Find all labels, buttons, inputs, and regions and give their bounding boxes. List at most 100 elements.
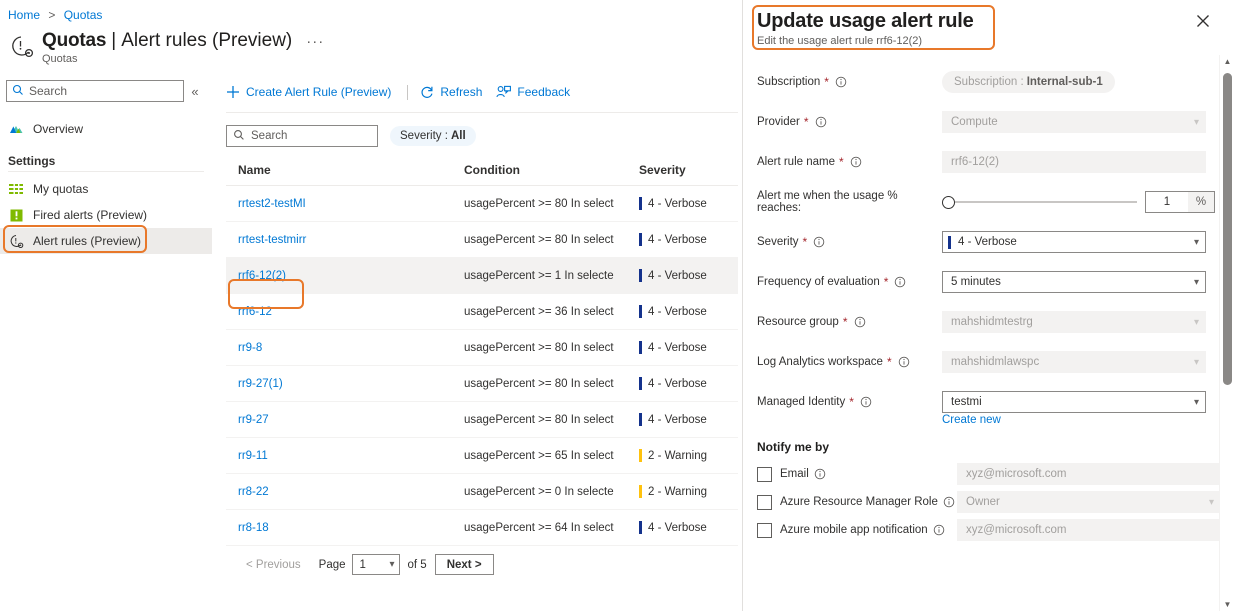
total-pages-label: of 5 [407, 558, 427, 571]
info-icon[interactable] [813, 236, 825, 248]
table-row[interactable]: rrf6-12 usagePercent >= 36 In select 4 - V… [226, 293, 738, 330]
cell-name: rr9-27 [226, 401, 452, 438]
slider-thumb[interactable] [942, 195, 955, 209]
cell-name: rr8-18 [226, 509, 452, 546]
usage-threshold-stepper[interactable]: 1 % [1145, 191, 1215, 213]
scrollbar-thumb[interactable] [1223, 73, 1232, 385]
field-alert-rule-name: Alert rule name * rrf6-12(2) [743, 142, 1221, 182]
field-severity: Severity * 4 - Verbose ▾ [743, 222, 1221, 262]
sidebar-search-input[interactable]: Search [6, 80, 184, 102]
alert-rule-link[interactable]: rr9-11 [238, 450, 268, 462]
column-header-name[interactable]: Name [226, 163, 452, 186]
alert-rule-link[interactable]: rr9-27 [238, 414, 269, 426]
alert-rule-link[interactable]: rr8-22 [238, 486, 269, 498]
alert-rule-link[interactable]: rr9-27(1) [238, 378, 283, 390]
cell-condition: usagePercent >= 36 In select [452, 293, 627, 330]
info-icon[interactable] [898, 356, 910, 368]
create-new-managed-identity-link[interactable]: Create new [942, 414, 1221, 426]
table-row[interactable]: rr9-8 usagePercent >= 80 In select 4 - Ver… [226, 329, 738, 366]
alert-rule-link[interactable]: rrf6-12(2) [238, 270, 286, 282]
info-icon[interactable] [814, 468, 826, 480]
notify-label: Email [780, 468, 957, 480]
info-icon[interactable] [854, 316, 866, 328]
frequency-select[interactable]: 5 minutes ▾ [942, 271, 1206, 293]
cell-severity: 4 - Verbose [627, 329, 738, 366]
command-bar: Create Alert Rule (Preview) Refresh Feed… [226, 78, 738, 106]
label-text: Alert rule name [757, 156, 835, 168]
checkbox[interactable] [757, 494, 772, 510]
double-chevron-left-icon[interactable]: « [184, 84, 206, 99]
table-body: rrtest2-testMI usagePercent >= 80 In sele… [226, 185, 738, 546]
checkbox[interactable] [757, 522, 772, 538]
sidebar-item-overview[interactable]: Overview [0, 116, 212, 142]
panel-subtitle: Edit the usage alert rule rrf6-12(2) [757, 35, 923, 47]
refresh-button[interactable]: Refresh [420, 85, 482, 99]
severity-filter-value: All [450, 130, 466, 142]
info-icon[interactable] [943, 496, 955, 508]
alert-rule-link[interactable]: rrtest-testmirr [238, 234, 306, 246]
info-icon[interactable] [933, 524, 945, 536]
checkbox[interactable] [757, 466, 772, 482]
table-row[interactable]: rrf6-12(2) usagePercent >= 1 In selecte 4 … [226, 257, 738, 294]
severity-select[interactable]: 4 - Verbose ▾ [942, 231, 1206, 253]
plus-icon [226, 85, 240, 99]
update-usage-alert-rule-panel: Update usage alert rule Edit the usage a… [742, 0, 1235, 611]
alert-rule-link[interactable]: rrtest2-testMI [238, 198, 306, 210]
sidebar-item-my-quotas[interactable]: My quotas [0, 176, 212, 202]
column-header-severity[interactable]: Severity [627, 163, 738, 186]
cell-severity: 4 - Verbose [627, 185, 738, 222]
table-row[interactable]: rrtest2-testMI usagePercent >= 80 In sele… [226, 185, 738, 222]
table-row[interactable]: rrtest-testmirr usagePercent >= 80 In sel… [226, 221, 738, 258]
scroll-down-icon[interactable]: ▼ [1220, 598, 1235, 611]
alert-rule-link[interactable]: rr8-18 [238, 522, 269, 534]
scroll-up-icon[interactable]: ▲ [1220, 55, 1235, 68]
page-number-select[interactable]: 1 ▾ [351, 554, 400, 575]
main-content: Create Alert Rule (Preview) Refresh Feed… [226, 78, 738, 575]
info-icon[interactable] [860, 396, 872, 408]
subscription-chip-value: Internal-sub-1 [1026, 76, 1103, 88]
breadcrumb-quotas[interactable]: Quotas [64, 8, 103, 22]
notify-value-input: xyz@microsoft.com [957, 519, 1221, 541]
sidebar-item-alert-rules[interactable]: Alert rules (Preview) [0, 228, 212, 254]
sidebar-item-fired-alerts[interactable]: Fired alerts (Preview) [0, 202, 212, 228]
field-control-provider: Compute ▾ [942, 111, 1221, 133]
usage-threshold-value: 1 [1146, 192, 1188, 212]
alert-rule-link[interactable]: rrf6-12 [238, 306, 272, 318]
info-icon[interactable] [894, 276, 906, 288]
previous-page-button[interactable]: < Previous [238, 556, 309, 574]
feedback-button[interactable]: Feedback [496, 85, 570, 99]
column-header-condition[interactable]: Condition [452, 163, 627, 186]
subscription-chip[interactable]: Subscription : Internal-sub-1 [942, 71, 1115, 93]
table-row[interactable]: rr8-22 usagePercent >= 0 In selecte 2 - Wa… [226, 473, 738, 510]
panel-header: Update usage alert rule Edit the usage a… [743, 0, 1235, 47]
sidebar-item-label-overview: Overview [33, 122, 84, 136]
more-options-button[interactable]: ··· [306, 33, 324, 50]
table-row[interactable]: rr8-18 usagePercent >= 64 In select 4 - Ve… [226, 509, 738, 546]
notify-control: xyz@microsoft.com [957, 519, 1221, 541]
command-separator [407, 84, 409, 100]
label-text: Log Analytics workspace [757, 356, 883, 368]
cell-severity: 4 - Verbose [627, 257, 738, 294]
info-icon[interactable] [815, 116, 827, 128]
alert-rule-link[interactable]: rr9-8 [238, 342, 262, 354]
table-row[interactable]: rr9-27(1) usagePercent >= 80 In select 4 -… [226, 365, 738, 402]
field-control-frequency: 5 minutes ▾ [942, 271, 1221, 293]
table-row[interactable]: rr9-27 usagePercent >= 80 In select 4 - Ve… [226, 401, 738, 438]
usage-threshold-slider[interactable] [942, 194, 1137, 210]
create-alert-rule-button[interactable]: Create Alert Rule (Preview) [226, 85, 391, 99]
notify-control: Owner ▾ [957, 491, 1221, 513]
next-page-button[interactable]: Next > [434, 554, 494, 575]
page-resource-type: Quotas [42, 53, 78, 65]
severity-filter-pill[interactable]: Severity : All [390, 126, 476, 146]
info-icon[interactable] [850, 156, 862, 168]
panel-scrollbar[interactable]: ▲ ▼ [1219, 55, 1235, 611]
cell-name: rrtest2-testMI [226, 185, 452, 222]
breadcrumb-home[interactable]: Home [8, 8, 40, 22]
info-icon[interactable] [835, 76, 847, 88]
close-icon[interactable] [1195, 13, 1213, 31]
table-search-input[interactable]: Search [226, 125, 378, 147]
table-row[interactable]: rr9-11 usagePercent >= 65 In select 2 - Wa… [226, 437, 738, 474]
notify-row: Azure Resource Manager Role Owner ▾ [743, 488, 1221, 516]
managed-identity-select[interactable]: testmi ▾ [942, 391, 1206, 413]
sidebar-divider [8, 171, 204, 172]
